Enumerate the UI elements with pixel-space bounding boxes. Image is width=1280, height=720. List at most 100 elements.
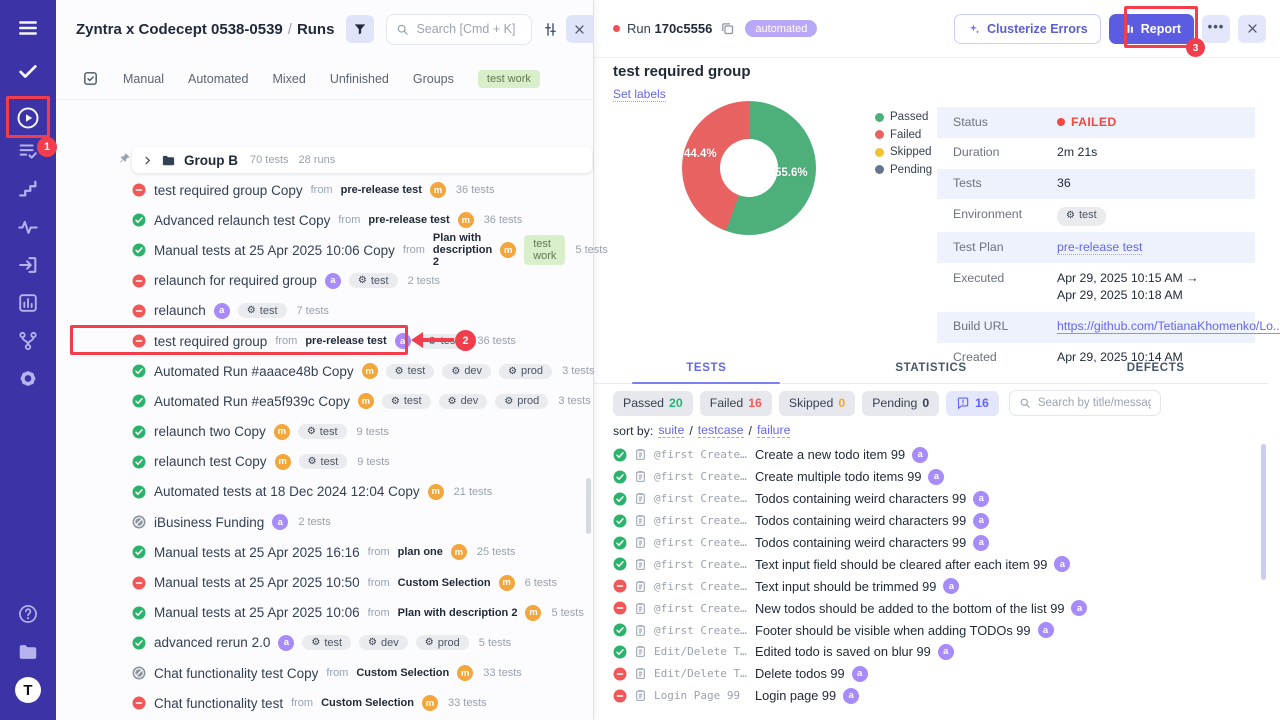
runs-play-icon[interactable] <box>16 106 40 130</box>
runs-panel-scrollbar[interactable] <box>586 478 591 534</box>
run-source-plan[interactable]: pre-release test <box>305 335 386 347</box>
app-logo[interactable]: T <box>15 677 41 703</box>
test-row[interactable]: @first Create…Text input field should be… <box>594 553 1266 575</box>
report-button[interactable]: Report <box>1109 14 1194 44</box>
run-source-plan[interactable]: pre-release test <box>341 184 422 196</box>
build-url-link[interactable]: https://github.com/TetianaKhomenko/Lo... <box>1057 319 1280 334</box>
run-list-item[interactable]: Automated Run #aaace48b Copym⚙test⚙dev⚙p… <box>56 356 593 386</box>
view-settings-icon[interactable] <box>542 21 559 38</box>
reports-chart-icon[interactable] <box>17 292 39 314</box>
legend-item-passed[interactable]: Passed <box>875 111 932 123</box>
test-row[interactable]: @first Create…New todos should be added … <box>594 597 1266 619</box>
env-chip[interactable]: ⚙prod <box>499 364 552 379</box>
runs-tab-mixed[interactable]: Mixed <box>272 72 305 86</box>
run-list-item[interactable]: Automated Run #ea5f939c Copym⚙test⚙dev⚙p… <box>56 386 593 416</box>
tab-defects[interactable]: DEFECTS <box>1043 355 1268 383</box>
test-row[interactable]: Edit/Delete T…Delete todos 99a <box>594 663 1266 685</box>
filter-chip-failed[interactable]: Failed16 <box>700 391 772 416</box>
tests-check-icon[interactable] <box>17 60 39 82</box>
set-labels-link[interactable]: Set labels <box>613 87 666 102</box>
env-chip[interactable]: ⚙test <box>238 303 287 318</box>
copy-icon[interactable] <box>720 21 735 36</box>
detail-panel-close-button[interactable] <box>1238 15 1266 43</box>
run-source-plan[interactable]: pre-release test <box>368 214 449 226</box>
run-source-plan[interactable]: Custom Selection <box>321 697 414 709</box>
run-list-item[interactable]: relaunch for required groupa⚙test2 tests <box>56 266 593 296</box>
tab-tests[interactable]: TESTS <box>594 355 819 383</box>
more-options-button[interactable]: ••• <box>1202 15 1230 43</box>
run-list-item[interactable]: Automated tests at 18 Dec 2024 12:04 Cop… <box>56 477 593 507</box>
runs-tab-manual[interactable]: Manual <box>123 72 164 86</box>
test-row[interactable]: Edit/Delete T…Edited todo is saved on bl… <box>594 641 1266 663</box>
env-chip[interactable]: ⚙test <box>349 273 398 288</box>
run-list-item[interactable]: test required group Copyfrompre-release … <box>56 175 593 205</box>
run-tag-chip[interactable]: test work <box>524 235 565 265</box>
filter-chip-passed[interactable]: Passed20 <box>613 391 693 416</box>
filter-button[interactable] <box>346 15 374 43</box>
runs-tab-automated[interactable]: Automated <box>188 72 248 86</box>
run-list-item[interactable]: Manual tests at 25 Apr 2025 16:16frompla… <box>56 537 593 567</box>
tests-search-input[interactable] <box>1038 397 1151 409</box>
run-source-plan[interactable]: plan one <box>398 546 443 558</box>
branches-icon[interactable] <box>17 330 39 352</box>
legend-item-pending[interactable]: Pending <box>875 164 932 176</box>
analytics-pulse-icon[interactable] <box>17 216 39 238</box>
test-row[interactable]: @first Create…Todos containing weird cha… <box>594 510 1266 532</box>
env-chip[interactable]: ⚙dev <box>442 364 491 379</box>
sort-link-suite[interactable]: suite <box>658 423 684 438</box>
tag-filter-chip[interactable]: test work <box>478 70 540 88</box>
filter-chip-skipped[interactable]: Skipped0 <box>779 391 855 416</box>
import-icon[interactable] <box>17 254 39 276</box>
run-list-item[interactable]: iBusiness Fundinga2 tests <box>56 507 593 537</box>
run-list-item[interactable]: relauncha⚙test7 tests <box>56 296 593 326</box>
test-row[interactable]: @first Create…Create multiple todo items… <box>594 466 1266 488</box>
run-list-item[interactable]: Chat functionality testfromCustom Select… <box>56 688 593 718</box>
sort-link-failure[interactable]: failure <box>757 423 791 438</box>
select-all-icon[interactable] <box>82 70 99 87</box>
env-chip[interactable]: ⚙dev <box>359 635 408 650</box>
env-chip[interactable]: ⚙dev <box>439 394 488 409</box>
legend-item-skipped[interactable]: Skipped <box>875 146 932 158</box>
run-list-item[interactable]: Manual tests at 25 Apr 2025 10:06 Copyfr… <box>56 235 593 265</box>
test-row[interactable]: @first Create…Create a new todo item 99a <box>594 444 1266 466</box>
test-row[interactable]: @first Create…Todos containing weird cha… <box>594 488 1266 510</box>
run-list-item[interactable]: Advanced relaunch test Copyfrompre-relea… <box>56 205 593 235</box>
run-list-item[interactable]: test required groupfrompre-release testa… <box>56 326 593 356</box>
env-chip[interactable]: ⚙test <box>386 364 435 379</box>
test-row[interactable]: Login Page 99Login page 99a <box>594 685 1266 707</box>
legend-item-failed[interactable]: Failed <box>875 129 932 141</box>
env-chip[interactable]: ⚙test <box>382 394 431 409</box>
runs-tab-groups[interactable]: Groups <box>413 72 454 86</box>
run-list-item[interactable]: Manual tests at 25 Apr 2025 10:50fromCus… <box>56 567 593 597</box>
projects-folder-icon[interactable] <box>17 641 39 663</box>
run-source-plan[interactable]: Plan with description 2 <box>433 232 492 268</box>
run-source-plan[interactable]: Custom Selection <box>398 577 491 589</box>
env-chip[interactable]: ⚙prod <box>495 394 548 409</box>
run-list-item[interactable]: Chat functionality test CopyfromCustom S… <box>56 658 593 688</box>
detail-panel-scrollbar[interactable] <box>1261 444 1266 580</box>
test-row[interactable]: @first Create…Text input should be trimm… <box>594 575 1266 597</box>
settings-gear-icon[interactable] <box>18 368 39 389</box>
run-source-plan[interactable]: Plan with description 2 <box>398 607 518 619</box>
sort-link-testcase[interactable]: testcase <box>698 423 744 438</box>
run-list-item[interactable]: relaunch two Copym⚙test9 tests <box>56 417 593 447</box>
runs-search-input[interactable] <box>416 22 522 36</box>
env-chip[interactable]: ⚙prod <box>416 635 469 650</box>
hamburger-menu-icon[interactable] <box>17 17 39 39</box>
tab-statistics[interactable]: STATISTICS <box>819 355 1044 383</box>
runs-panel-close-button[interactable] <box>566 15 593 43</box>
env-chip[interactable]: ⚙test <box>419 334 468 349</box>
runs-tab-unfinished[interactable]: Unfinished <box>330 72 389 86</box>
comments-filter-chip[interactable]: 16 <box>946 391 999 416</box>
env-chip[interactable]: ⚙test <box>299 454 348 469</box>
milestones-steps-icon[interactable] <box>17 178 39 200</box>
run-list-item[interactable]: Manual tests at 25 Apr 2025 10:06fromPla… <box>56 598 593 628</box>
help-icon[interactable] <box>17 603 39 625</box>
pin-icon[interactable] <box>118 152 131 165</box>
group-row[interactable]: Group B 70 tests 28 runs <box>132 147 592 173</box>
run-list-item[interactable]: relaunch test Copym⚙test9 tests <box>56 447 593 477</box>
env-chip[interactable]: ⚙test <box>298 424 347 439</box>
clusterize-errors-button[interactable]: Clusterize Errors <box>954 14 1101 44</box>
test-row[interactable]: @first Create…Todos containing weird cha… <box>594 532 1266 554</box>
test-row[interactable]: @first Create…Footer should be visible w… <box>594 619 1266 641</box>
